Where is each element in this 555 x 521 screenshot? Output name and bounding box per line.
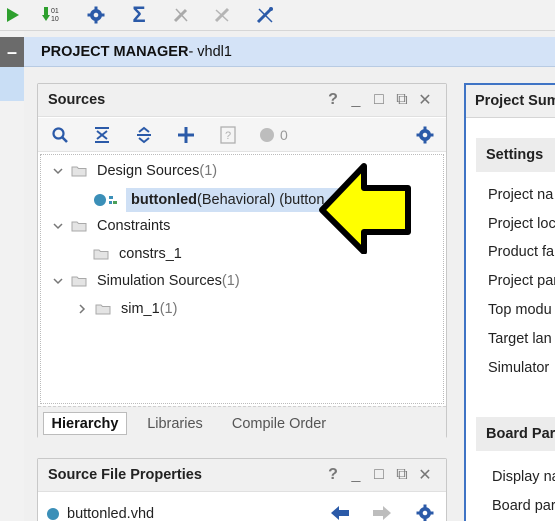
project-manager-label: PROJECT MANAGER [41,43,189,60]
chevron-down-icon[interactable] [51,274,65,288]
expand-all-icon[interactable] [132,123,156,147]
settings-gear-icon[interactable] [83,3,109,27]
annotation-arrow-icon [319,163,411,254]
help-icon[interactable]: ? [323,90,343,110]
settings-item: Product fa [488,244,555,260]
search-icon[interactable] [48,123,72,147]
chevron-right-icon[interactable] [75,302,89,316]
minimize-icon[interactable]: _ [346,90,366,110]
constraints-label: Constraints [97,218,171,234]
close-icon[interactable]: ✕ [415,90,435,110]
settings-heading: Settings [476,138,555,172]
folder-icon [71,165,87,177]
svg-text:10: 10 [51,16,59,23]
sources-title-bar: Sources ? _ □ ⧉ ✕ [38,84,446,117]
sources-panel: Sources ? _ □ ⧉ ✕ ? 0 Design Sources (1)… [37,83,447,438]
folder-icon [93,248,109,260]
simulation-sources-label: Simulation Sources [97,273,222,289]
tree-node-constrs-1[interactable]: constrs_1 [93,242,182,266]
folder-icon [71,275,87,287]
simulation-sources-count: (1) [221,273,240,289]
sfp-file-name: buttonled.vhd [67,506,155,521]
tree-node-top-file[interactable]: buttonled (Behavioral) (button [93,188,324,212]
float-icon[interactable]: ⧉ [392,90,412,110]
flow-nav-selected-item[interactable] [0,67,24,101]
sfp-title-bar: Source File Properties ? _ □ ⧉ ✕ [38,459,446,492]
file-dot-icon [47,508,59,520]
sfp-settings-icon[interactable] [413,501,437,521]
project-summary-panel: Project Sum Settings Project na Project … [464,83,555,521]
help-icon[interactable]: ? [323,465,343,485]
back-arrow-icon[interactable] [328,501,352,521]
main-toolbar: 01 10 Σ [0,0,555,31]
tree-node-constraints[interactable]: Constraints [51,214,170,238]
tab-compile-order[interactable]: Compile Order [224,412,334,435]
download-bitstream-icon[interactable]: 01 10 [40,3,66,27]
run-icon[interactable] [0,3,26,27]
tab-libraries[interactable]: Libraries [136,412,214,435]
tree-node-simulation-sources[interactable]: Simulation Sources (1) [51,269,240,293]
sigma-icon[interactable]: Σ [126,2,152,27]
design-sources-label: Design Sources [97,163,200,179]
board-part-heading: Board Part [476,417,555,451]
sources-title: Sources [48,92,106,108]
board-item: Display na [492,469,555,485]
sim-label: sim_1 [121,301,160,317]
sfp-title: Source File Properties [48,467,202,483]
sources-toolbar: ? 0 [38,118,446,152]
svg-text:?: ? [225,130,231,142]
project-manager-header: PROJECT MANAGER - vhdl1 [24,37,555,67]
sfp-file-row[interactable]: buttonled.vhd [46,502,154,521]
messages-counter[interactable]: 0 [258,123,298,147]
unknown-status-icon[interactable]: ? [216,123,240,147]
sources-settings-icon[interactable] [413,123,437,147]
top-file-name: buttonled [131,192,198,208]
top-file-detail: (Behavioral) (button [197,192,325,208]
folder-icon [95,303,111,315]
tab-hierarchy[interactable]: Hierarchy [43,412,127,435]
collapse-all-icon[interactable] [90,123,114,147]
tree-node-sim-1[interactable]: sim_1 (1) [75,297,177,321]
maximize-icon[interactable]: □ [369,90,389,110]
add-sources-icon[interactable] [174,123,198,147]
collapse-button[interactable]: – [0,37,24,67]
settings-item: Project par [488,273,555,289]
sim-count: (1) [159,301,178,317]
maximize-icon[interactable]: □ [369,465,389,485]
status-dot-icon [260,128,274,142]
settings-item: Simulator [488,360,550,376]
minimize-icon[interactable]: _ [346,465,366,485]
settings-item: Target lan [488,331,552,347]
float-icon[interactable]: ⧉ [392,465,412,485]
settings-item: Project loc [488,216,555,232]
wand-icon[interactable] [168,3,194,27]
constrs-label: constrs_1 [119,246,182,262]
design-sources-count: (1) [199,163,218,179]
folder-icon [71,220,87,232]
vhdl-module-icon [94,194,117,206]
settings-item: Top modu [488,302,552,318]
settings-item: Project na [488,187,554,203]
probe-icon[interactable] [209,3,235,27]
close-icon[interactable]: ✕ [415,465,435,485]
tree-node-design-sources[interactable]: Design Sources (1) [51,159,217,183]
debug-icon[interactable] [252,3,278,27]
flow-navigator-strip: – [0,31,24,521]
project-summary-title: Project Sum [466,85,555,118]
source-file-properties-panel: Source File Properties ? _ □ ⧉ ✕ buttonl… [37,458,447,521]
chevron-down-icon[interactable] [51,219,65,233]
board-item: Board par [492,498,555,514]
messages-count: 0 [280,127,288,143]
forward-arrow-icon[interactable] [370,501,394,521]
chevron-down-icon[interactable] [51,164,65,178]
project-name: - vhdl1 [188,43,232,60]
svg-text:01: 01 [51,8,59,15]
sources-tabs: Hierarchy Libraries Compile Order [38,406,446,438]
